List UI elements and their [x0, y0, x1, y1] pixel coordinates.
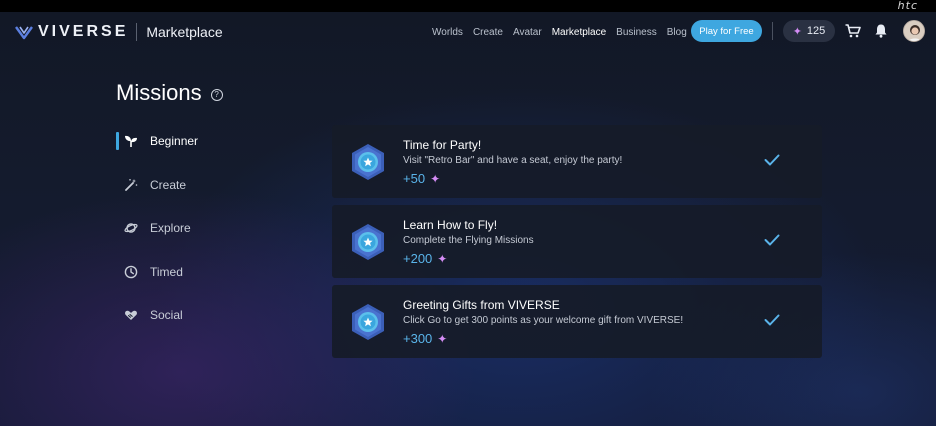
nav-blog[interactable]: Blog	[667, 27, 687, 38]
mission-reward-value: +50	[403, 171, 426, 186]
sidebar-item-label: Explore	[150, 221, 191, 235]
brand-section: Marketplace	[146, 24, 223, 40]
sidebar-item-label: Timed	[150, 264, 183, 279]
mission-reward: +300 ✦	[403, 331, 447, 346]
check-icon	[764, 234, 780, 246]
page-title-text: Missions	[116, 80, 202, 105]
avatar-icon	[904, 21, 924, 41]
sidebar-item-label: Create	[150, 177, 187, 192]
play-for-free-button[interactable]: Play for Free	[691, 20, 762, 42]
mission-title: Learn How to Fly!	[403, 218, 498, 232]
mission-card[interactable]: Learn How to Fly! Complete the Flying Mi…	[332, 205, 822, 278]
mission-title: Greeting Gifts from VIVERSE	[403, 298, 560, 312]
main-nav: Worlds Create Avatar Marketplace Busines…	[432, 25, 697, 39]
sidebar-item-label: Social	[150, 308, 183, 322]
mission-badge-icon	[352, 224, 384, 260]
avatar[interactable]	[903, 20, 925, 42]
mission-badge-icon	[352, 144, 384, 180]
app-stage: VIVERSE Marketplace Worlds Create Avatar…	[0, 12, 936, 426]
sparkle-icon: ✦	[437, 251, 448, 266]
bell-icon[interactable]	[874, 23, 888, 38]
brand-name: VIVERSE	[38, 23, 129, 40]
mission-reward-value: +300	[403, 331, 433, 346]
sidebar-item-beginner[interactable]: Beginner	[116, 130, 246, 152]
sidebar-item-timed[interactable]: Timed	[116, 261, 246, 283]
sprout-icon	[125, 135, 137, 147]
points-balance[interactable]: ✦ 125	[783, 20, 835, 42]
nav-worlds[interactable]: Worlds	[432, 27, 463, 38]
viverse-logo-icon	[15, 26, 33, 40]
mission-list: Time for Party! Visit "Retro Bar" and ha…	[332, 125, 822, 365]
header: VIVERSE Marketplace Worlds Create Avatar…	[0, 12, 936, 52]
sparkle-icon: ✦	[792, 25, 802, 38]
check-icon	[764, 154, 780, 166]
mission-badge-icon	[352, 304, 384, 340]
check-icon	[764, 314, 780, 326]
mission-description: Click Go to get 300 points as your welco…	[403, 315, 684, 326]
handshake-heart-icon	[125, 310, 137, 320]
points-value: 125	[806, 25, 826, 37]
mission-reward-value: +200	[403, 251, 433, 266]
nav-avatar[interactable]: Avatar	[513, 27, 542, 38]
page-title: Missions ?	[116, 80, 223, 106]
planet-icon	[124, 223, 138, 233]
nav-business[interactable]: Business	[616, 27, 657, 38]
sparkle-icon: ✦	[437, 331, 448, 346]
top-strip: htc	[0, 0, 936, 12]
htc-logo: htc	[897, 0, 918, 12]
mission-card[interactable]: Time for Party! Visit "Retro Bar" and ha…	[332, 125, 822, 198]
logo-divider	[136, 23, 138, 41]
sidebar-item-social[interactable]: Social	[116, 304, 246, 326]
mission-card[interactable]: Greeting Gifts from VIVERSE Click Go to …	[332, 285, 822, 358]
nav-marketplace[interactable]: Marketplace	[552, 27, 606, 38]
clock-icon	[124, 265, 138, 278]
sidebar-item-explore[interactable]: Explore	[116, 217, 246, 239]
mission-category-sidebar: Beginner Create Explore Timed Social	[116, 130, 246, 348]
sidebar-item-create[interactable]: Create	[116, 174, 246, 196]
viverse-logo[interactable]: VIVERSE Marketplace	[14, 22, 223, 42]
mission-description: Complete the Flying Missions	[403, 235, 534, 246]
mission-reward: +50 ✦	[403, 171, 440, 186]
magic-wand-icon	[125, 178, 138, 191]
help-icon[interactable]: ?	[210, 88, 223, 101]
header-divider	[772, 22, 773, 40]
nav-create[interactable]: Create	[473, 27, 503, 38]
sparkle-icon: ✦	[430, 171, 441, 186]
cart-icon[interactable]	[845, 24, 861, 38]
mission-reward: +200 ✦	[403, 251, 447, 266]
sidebar-item-label: Beginner	[150, 134, 199, 148]
mission-title: Time for Party!	[403, 138, 482, 152]
mission-description: Visit "Retro Bar" and have a seat, enjoy…	[403, 155, 623, 166]
